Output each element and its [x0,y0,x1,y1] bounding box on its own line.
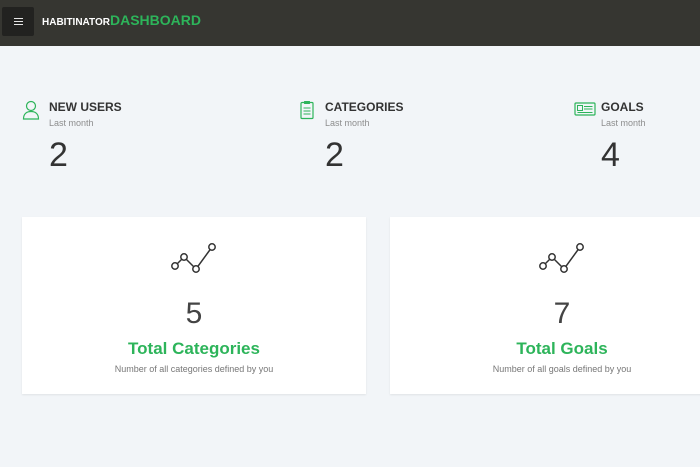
stat-subtitle: Last month [49,118,94,128]
stat-value: 2 [325,136,344,174]
stat-subtitle: Last month [601,118,646,128]
stat-title: NEW USERS [49,100,122,114]
top-navbar: HABITINATOR DASHBOARD [0,0,700,46]
card-value: 5 [185,297,203,330]
line-chart-icon [171,243,216,273]
clipboard-icon [300,101,314,120]
hamburger-icon[interactable] [2,7,34,36]
line-chart-icon [539,243,584,273]
ticket-icon [574,102,596,116]
brand-logo[interactable]: HABITINATOR DASHBOARD [42,12,201,28]
stat-value: 2 [49,136,68,174]
brand-prefix: HABITINATOR [42,17,110,28]
card-total-goals: 7 Total Goals Number of all goals define… [390,217,700,394]
stat-value: 4 [601,136,620,174]
stat-subtitle: Last month [325,118,370,128]
card-total-categories: 5 Total Categories Number of all categor… [22,217,366,394]
card-value: 7 [553,297,571,330]
card-description: Number of all categories defined by you [114,364,274,374]
stat-title: GOALS [601,100,644,114]
stat-title: CATEGORIES [325,100,404,114]
card-description: Number of all goals defined by you [492,364,632,374]
brand-suffix: DASHBOARD [109,12,201,28]
card-label: Total Categories [128,339,260,358]
user-icon [22,100,40,120]
card-label: Total Goals [516,339,608,358]
